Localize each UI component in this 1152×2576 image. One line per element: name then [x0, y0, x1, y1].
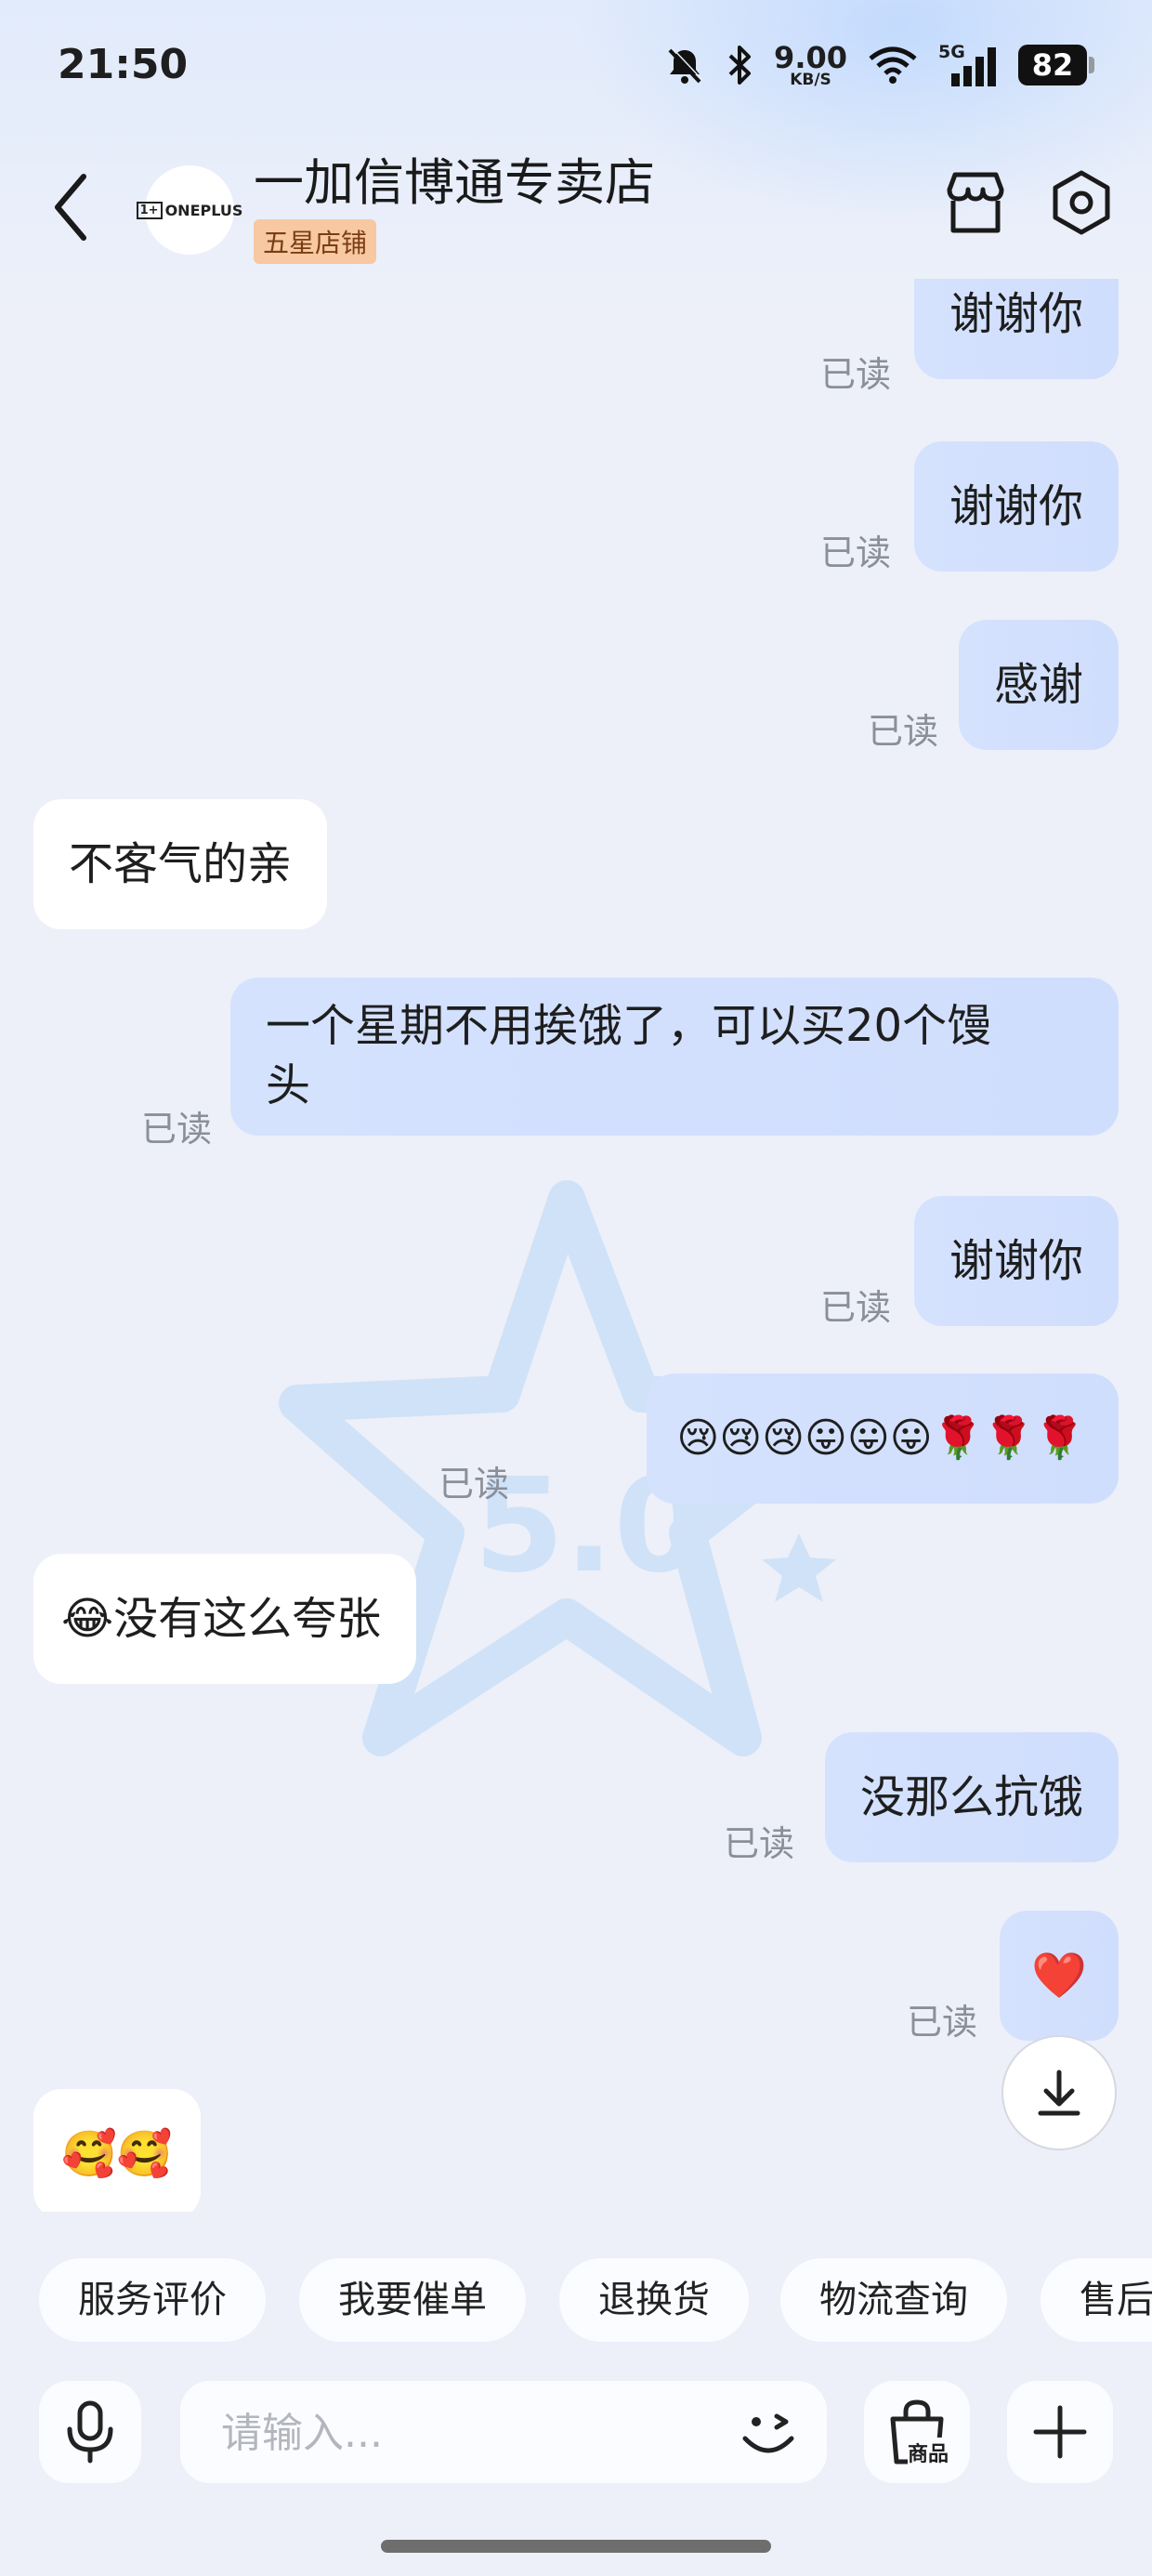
shop-message[interactable]: 不客气的亲 [33, 799, 328, 929]
more-options-button[interactable] [1007, 2381, 1113, 2483]
read-status: 已读 [820, 532, 892, 573]
quick-reply-after-sales[interactable]: 售后 [1041, 2258, 1152, 2342]
chat-messages[interactable]: 谢谢你 已读 谢谢你 已读 感谢 已读 不客气的亲 一个星期不用挨饿了，可以买2… [0, 279, 1152, 2212]
microphone-icon [67, 2400, 113, 2464]
read-status: 已读 [820, 354, 892, 395]
read-status: 已读 [868, 711, 939, 752]
status-time: 21:50 [58, 41, 189, 88]
network-type: 5G [938, 42, 965, 62]
store-icon[interactable] [940, 167, 1011, 238]
read-status: 已读 [907, 2002, 978, 2043]
back-button[interactable] [45, 165, 100, 249]
my-message[interactable]: 谢谢你 [913, 279, 1119, 379]
scroll-to-bottom-button[interactable] [1001, 2035, 1117, 2150]
home-indicator[interactable] [381, 2540, 771, 2553]
quick-reply-service-rating[interactable]: 服务评价 [39, 2258, 266, 2342]
voice-input-button[interactable] [39, 2381, 141, 2483]
shop-name[interactable]: 一加信博通专卖店 [254, 141, 655, 215]
quick-reply-urge-order[interactable]: 我要催单 [299, 2258, 526, 2342]
battery-icon: 82 [1018, 45, 1094, 85]
quick-reply-logistics[interactable]: 物流查询 [780, 2258, 1007, 2342]
product-button-label: 商品 [907, 2438, 949, 2467]
emoji-wink-icon[interactable] [736, 2401, 801, 2466]
my-message[interactable]: 一个星期不用挨饿了，可以买20个馒 头 [230, 978, 1119, 1136]
bluetooth-icon [728, 46, 752, 85]
read-status: 已读 [820, 1287, 892, 1328]
message-input[interactable] [219, 2381, 706, 2485]
signal-icon: 5G [938, 42, 998, 86]
quick-reply-bar[interactable]: 服务评价 我要催单 退换货 物流查询 售后 [0, 2258, 1152, 2344]
shop-avatar[interactable]: 1+ ONEPLUS [136, 165, 242, 255]
oneplus-logo-mark: 1+ [136, 201, 163, 219]
plus-icon [1033, 2405, 1087, 2459]
my-message[interactable]: ❤️ [1000, 1911, 1119, 2041]
my-message[interactable]: 没那么抗饿 [824, 1732, 1119, 1862]
product-button[interactable]: 商品 [864, 2381, 970, 2483]
shop-message[interactable]: 🥰🥰 [33, 2089, 201, 2212]
net-speed-unit: KB/S [790, 70, 831, 89]
oneplus-logo-text: ONEPLUS [164, 201, 243, 219]
net-speed: 9.00 KB/S [774, 43, 847, 88]
shop-message[interactable]: 😂没有这么夸张 [33, 1554, 417, 1684]
net-speed-value: 9.00 [774, 39, 847, 75]
read-status: 已读 [439, 1464, 510, 1505]
status-icons: 9.00 KB/S 5G 82 [664, 37, 1094, 93]
message-input-box[interactable] [180, 2381, 827, 2485]
battery-level: 82 [1031, 47, 1074, 83]
arrow-down-icon [1038, 2070, 1080, 2116]
settings-icon[interactable] [1046, 167, 1117, 238]
mute-bell-icon [668, 47, 703, 84]
read-status: 已读 [141, 1109, 213, 1150]
shop-rating-badge: 五星店铺 [254, 219, 377, 264]
my-message[interactable]: 😢😢😢😛😛😛🌹🌹🌹 [647, 1373, 1119, 1504]
quick-reply-return-exchange[interactable]: 退换货 [559, 2258, 749, 2342]
read-status: 已读 [724, 1823, 795, 1864]
my-message[interactable]: 感谢 [958, 620, 1119, 750]
wifi-icon [869, 46, 917, 84]
my-message[interactable]: 谢谢你 [913, 1196, 1119, 1326]
my-message[interactable]: 谢谢你 [913, 441, 1119, 572]
